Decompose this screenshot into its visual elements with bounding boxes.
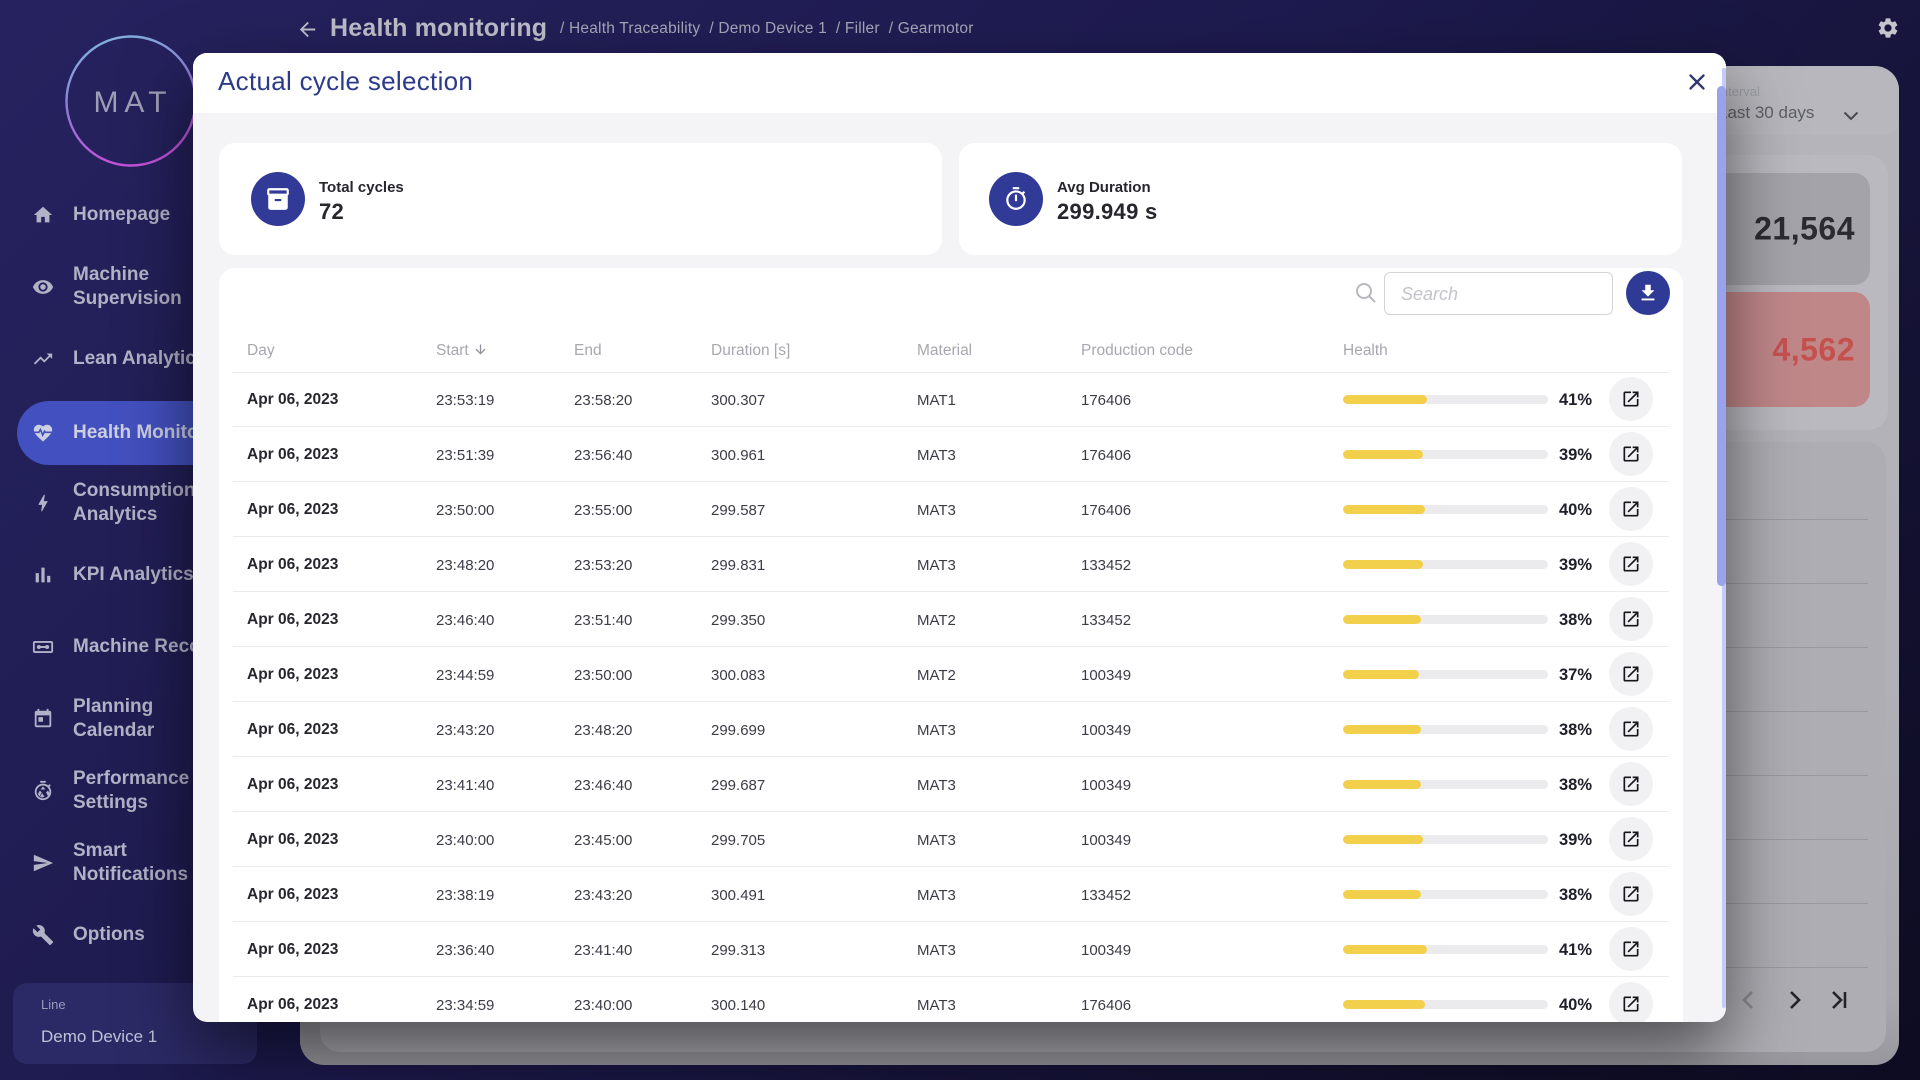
svg-text:MAT: MAT (93, 86, 172, 119)
